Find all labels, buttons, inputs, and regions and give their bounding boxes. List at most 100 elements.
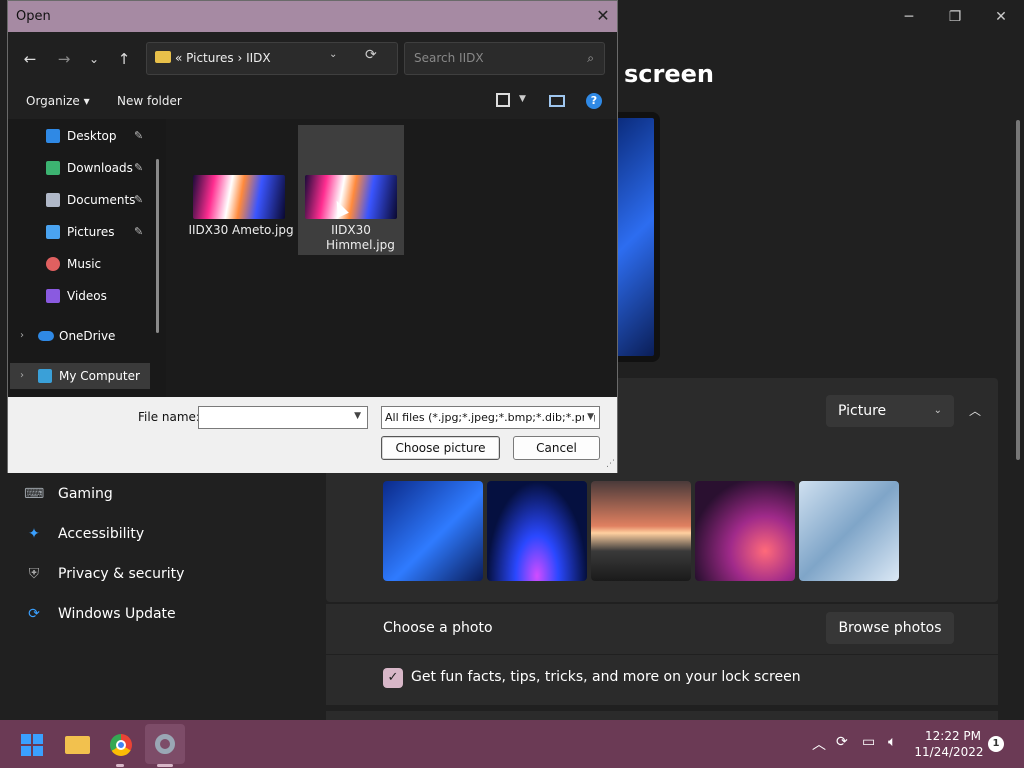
shield-icon: ⛨ [28, 566, 40, 582]
dropdown-value: Picture [838, 403, 887, 419]
nav-pane-label: My Computer [59, 369, 140, 383]
clock-time[interactable]: 12:22 PM [918, 729, 988, 743]
app-active-indicator [157, 764, 173, 767]
chevron-down-icon[interactable]: ▼ [354, 411, 361, 421]
file-name-label: File name: [138, 410, 200, 424]
filter-value: All files (*.jpg;*.jpeg;*.bmp;*.dib;*.pn… [385, 411, 596, 424]
search-input[interactable]: Search IIDX ⌕ [404, 42, 605, 75]
wallpaper-thumbnail[interactable] [487, 481, 587, 581]
nav-pane-label: Pictures [67, 225, 115, 239]
refresh-icon[interactable]: ⟳ [365, 47, 377, 63]
nav-pane-downloads[interactable]: Downloads ✎ [8, 155, 166, 181]
open-file-dialog: Open ✕ ← → ⌄ ↑ « Pictures › IIDX ⌄ ⟳ Sea… [7, 0, 618, 473]
pin-icon: ✎ [134, 193, 144, 206]
new-folder-button[interactable]: New folder [117, 94, 182, 108]
forward-button[interactable]: → [52, 47, 76, 71]
wallpaper-thumbnail[interactable] [591, 481, 691, 581]
file-item[interactable]: IIDX30 Ameto.jpg [188, 125, 294, 255]
nav-pane-videos[interactable]: Videos [8, 283, 166, 309]
start-icon [33, 746, 43, 756]
chevron-right-icon[interactable]: › [20, 323, 24, 349]
music-icon [46, 257, 60, 271]
dialog-close-button[interactable]: ✕ [592, 5, 614, 27]
notification-badge[interactable]: 1 [988, 736, 1004, 752]
start-icon [21, 734, 31, 744]
navigation-pane: Desktop ✎ Downloads ✎ Documents ✎ Pictur… [8, 119, 166, 397]
file-item-selected[interactable]: IIDX30 Himmel.jpg [298, 125, 404, 255]
sync-icon[interactable]: ⟳ [836, 734, 848, 750]
scrollbar[interactable] [156, 159, 159, 333]
cancel-button[interactable]: Cancel [513, 436, 600, 460]
nav-item-gaming[interactable]: ⌨ Gaming [24, 478, 113, 510]
file-name-input[interactable]: ▼ [198, 406, 368, 429]
nav-pane-label: Documents [67, 193, 136, 207]
start-button[interactable] [12, 724, 52, 764]
file-name: IIDX30 Himmel.jpg [326, 223, 395, 252]
background-type-dropdown[interactable]: Picture ⌄ [826, 395, 954, 427]
documents-icon [46, 193, 60, 207]
nav-item-label: Accessibility [58, 526, 145, 542]
clock-date[interactable]: 11/24/2022 [912, 745, 986, 759]
chevron-down-icon[interactable]: ▼ [519, 94, 526, 104]
nav-item-accessibility[interactable]: ✦ Accessibility [24, 518, 144, 550]
chrome-button[interactable] [101, 724, 141, 764]
fun-facts-label: Get fun facts, tips, tricks, and more on… [411, 669, 801, 685]
settings-icon [155, 734, 175, 754]
search-icon: ⌕ [587, 51, 594, 65]
volume-icon[interactable]: 🔈︎ [888, 734, 896, 750]
back-button[interactable]: ← [18, 47, 42, 71]
folder-icon [155, 51, 171, 63]
nav-pane-onedrive[interactable]: › OneDrive [8, 323, 166, 349]
wallpaper-thumbnail[interactable] [799, 481, 899, 581]
file-name: IIDX30 Ameto.jpg [188, 223, 294, 237]
nav-item-label: Privacy & security [58, 566, 185, 582]
nav-pane-music[interactable]: Music [8, 251, 166, 277]
minimize-button[interactable]: ─ [896, 6, 922, 28]
nav-pane-documents[interactable]: Documents ✎ [8, 187, 166, 213]
address-bar[interactable]: « Pictures › IIDX ⌄ ⟳ [146, 42, 398, 75]
computer-icon [38, 369, 52, 383]
videos-icon [46, 289, 60, 303]
wallpaper-thumbnail[interactable] [383, 481, 483, 581]
chevron-right-icon[interactable]: › [20, 363, 24, 389]
nav-pane-label: Music [67, 257, 102, 271]
nav-item-label: Windows Update [58, 606, 176, 622]
file-list: IIDX30 Ameto.jpg IIDX30 Himmel.jpg [166, 119, 617, 397]
file-thumbnail [305, 175, 397, 219]
dialog-footer: File name: ▼ All files (*.jpg;*.jpeg;*.b… [8, 397, 617, 473]
restore-button[interactable]: ❐ [942, 6, 968, 28]
file-thumbnail [193, 175, 285, 219]
help-icon[interactable]: ? [586, 93, 602, 109]
nav-pane-label: Videos [67, 289, 107, 303]
organize-button[interactable]: Organize ▾ [26, 94, 90, 108]
chevron-up-icon[interactable]: ︿ [812, 734, 826, 754]
file-explorer-button[interactable] [57, 724, 97, 764]
nav-pane-desktop[interactable]: Desktop ✎ [8, 123, 166, 149]
nav-pane-pictures[interactable]: Pictures ✎ [8, 219, 166, 245]
recent-locations-button[interactable]: ⌄ [82, 47, 106, 71]
choose-picture-button[interactable]: Choose picture [381, 436, 500, 460]
desktop-icon [46, 129, 60, 143]
page-title: screen [624, 60, 714, 88]
scrollbar[interactable] [1016, 120, 1020, 460]
fun-facts-checkbox[interactable]: ✓ [383, 668, 403, 688]
nav-item-privacy[interactable]: ⛨ Privacy & security [24, 558, 185, 590]
collapse-button[interactable]: ︿ [962, 395, 988, 427]
view-icon[interactable] [496, 93, 510, 107]
dialog-titlebar[interactable]: Open ✕ [8, 1, 617, 32]
resize-grip-icon[interactable]: ⋰ [606, 459, 615, 469]
network-icon[interactable]: ▭ [862, 734, 875, 750]
app-running-indicator [116, 764, 124, 767]
nav-item-windows-update[interactable]: ⟳ Windows Update [24, 598, 176, 630]
nav-pane-my-computer[interactable]: › My Computer [10, 363, 150, 389]
wallpaper-thumbnail[interactable] [695, 481, 795, 581]
file-type-filter[interactable]: All files (*.jpg;*.jpeg;*.bmp;*.dib;*.pn… [381, 406, 600, 429]
chevron-down-icon: ▼ [584, 407, 594, 428]
up-button[interactable]: ↑ [112, 47, 136, 71]
file-explorer-icon [65, 736, 90, 754]
chevron-down-icon[interactable]: ⌄ [329, 49, 337, 60]
browse-photos-button[interactable]: Browse photos [826, 612, 954, 644]
preview-pane-icon[interactable] [549, 95, 565, 107]
close-button[interactable]: ✕ [988, 6, 1014, 28]
settings-button[interactable] [145, 724, 185, 764]
